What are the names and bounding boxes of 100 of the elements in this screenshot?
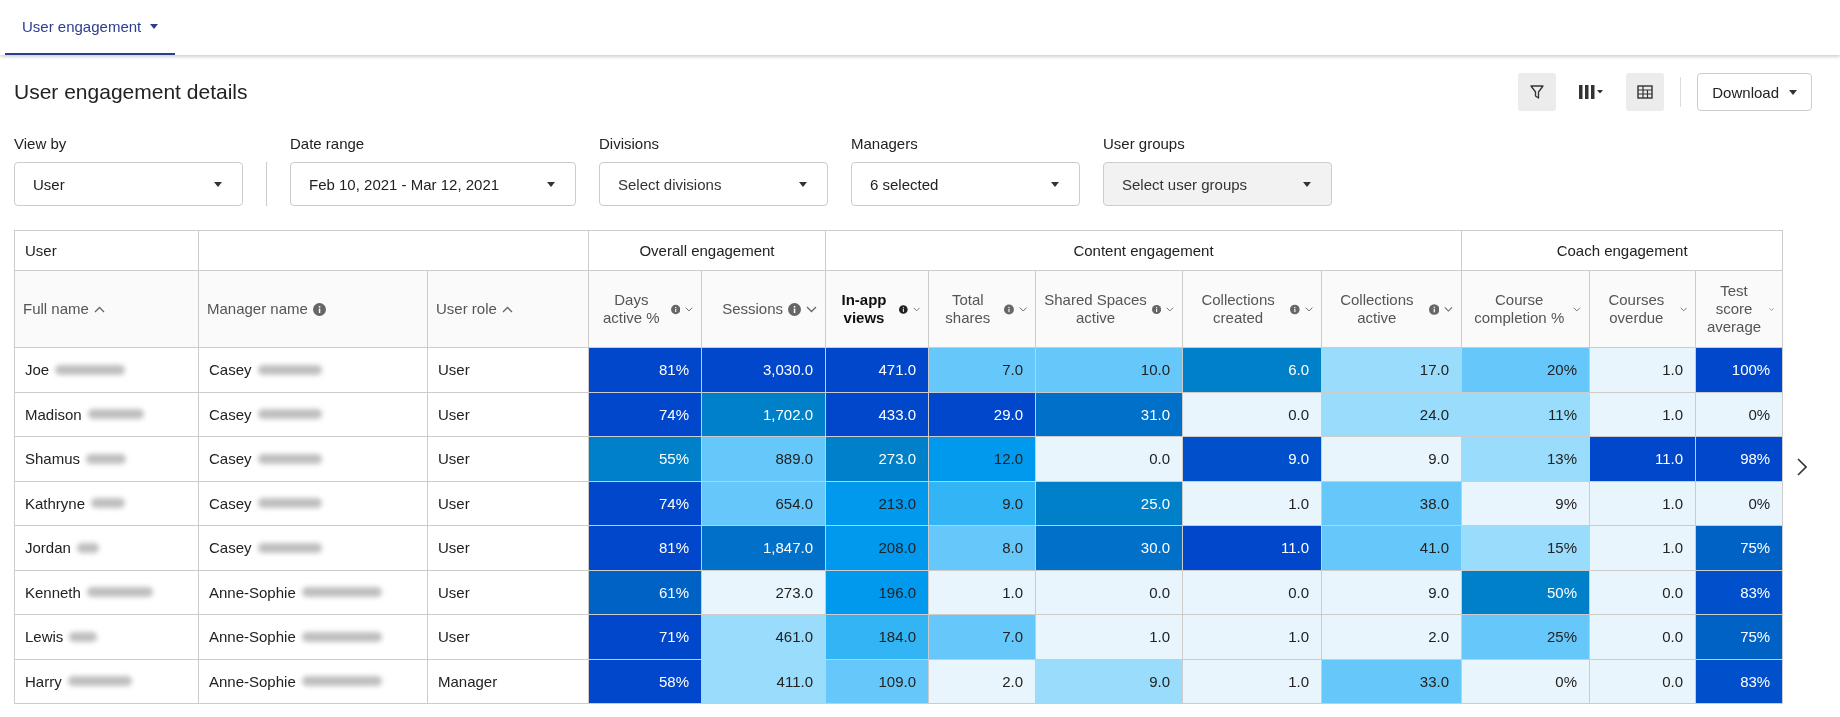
chevron-down-icon[interactable]: [806, 305, 817, 313]
caret-icon: [150, 24, 159, 29]
column-header[interactable]: Sessions: [722, 300, 783, 318]
page-title: User engagement details: [14, 80, 248, 104]
caret-icon: [1051, 181, 1059, 187]
column-header[interactable]: Manager name: [207, 300, 308, 318]
heatmap-cell: 74%: [588, 481, 702, 526]
column-group-header: Overall engagement: [639, 242, 775, 259]
heatmap-cell: 6.0: [1182, 347, 1322, 392]
table-cell: Harry: [25, 672, 62, 690]
heatmap-cell: 58%: [588, 659, 702, 704]
dropdown[interactable]: 6 selected: [851, 162, 1080, 206]
heatmap-cell: 10.0: [1035, 347, 1183, 392]
heatmap-cell: 0.0: [1182, 570, 1322, 615]
dropdown[interactable]: Feb 10, 2021 - Mar 12, 2021: [290, 162, 576, 206]
table-cell: Anne-Sophie: [209, 628, 296, 646]
heatmap-cell: 9.0: [1035, 659, 1183, 704]
column-header[interactable]: User role: [436, 300, 497, 318]
heatmap-cell: 12.0: [928, 436, 1036, 481]
chevron-up-icon[interactable]: [501, 305, 513, 313]
dropdown[interactable]: User: [14, 162, 243, 206]
heatmap-cell: 25%: [1461, 614, 1590, 659]
heatmap-cell: 1.0: [928, 570, 1036, 615]
dropdown[interactable]: Select divisions: [599, 162, 828, 206]
heatmap-cell: 81%: [588, 347, 702, 392]
table-view-button[interactable]: [1626, 73, 1665, 111]
chevron-down-icon[interactable]: [1166, 305, 1174, 313]
heatmap-cell: 0%: [1695, 481, 1783, 526]
heatmap-cell: 0%: [1695, 392, 1783, 437]
heatmap-cell: 208.0: [825, 525, 929, 570]
heatmap-cell: 0.0: [1035, 436, 1183, 481]
heatmap-cell: 8.0: [928, 525, 1036, 570]
heatmap-cell: 411.0: [701, 659, 826, 704]
filter-label: View by: [14, 135, 68, 152]
heatmap-cell: 0.0: [1589, 659, 1696, 704]
heatmap-cell: 7.0: [928, 347, 1036, 392]
heatmap-cell: 31.0: [1035, 392, 1183, 437]
chevron-down-icon[interactable]: [912, 305, 920, 313]
heatmap-cell: 20%: [1461, 347, 1590, 392]
table-cell: Casey: [209, 450, 252, 468]
heatmap-cell: 98%: [1695, 436, 1783, 481]
heatmap-cell: 17.0: [1321, 347, 1462, 392]
heatmap-cell: 461.0: [701, 614, 826, 659]
caret-icon: [547, 181, 555, 187]
table-cell: Jordan: [25, 539, 71, 557]
chevron-down-icon[interactable]: [1018, 305, 1027, 313]
heatmap-cell: 0.0: [1182, 392, 1322, 437]
heatmap-cell: 1.0: [1182, 659, 1322, 704]
filter-button[interactable]: [1518, 73, 1557, 111]
heatmap-cell: 11.0: [1182, 525, 1322, 570]
heatmap-cell: 71%: [588, 614, 702, 659]
heatmap-cell: 75%: [1695, 525, 1783, 570]
filter-label: User groups: [1103, 135, 1186, 152]
table-cell: User: [438, 405, 470, 423]
heatmap-cell: 2.0: [928, 659, 1036, 704]
filter-icon: [1529, 84, 1546, 100]
heatmap-cell: 41.0: [1321, 525, 1462, 570]
column-header[interactable]: Full name: [23, 300, 89, 318]
chevron-up-icon[interactable]: [93, 305, 105, 313]
heatmap-cell: 30.0: [1035, 525, 1183, 570]
heatmap-cell: 889.0: [701, 436, 826, 481]
chevron-down-icon[interactable]: [1444, 305, 1453, 313]
tab[interactable]: User engagement: [5, 0, 176, 55]
heatmap-cell: 9.0: [928, 481, 1036, 526]
table-cell: Manager: [438, 672, 498, 690]
heatmap-cell: 29.0: [928, 392, 1036, 437]
heatmap-cell: 100%: [1695, 347, 1783, 392]
heatmap-cell: 1.0: [1182, 481, 1322, 526]
heatmap-cell: 15%: [1461, 525, 1590, 570]
heatmap-cell: 1.0: [1589, 392, 1696, 437]
heatmap-cell: 273.0: [825, 436, 929, 481]
chevron-down-icon[interactable]: [1679, 305, 1687, 313]
heatmap-cell: 9%: [1461, 481, 1590, 526]
heatmap-cell: 11.0: [1589, 436, 1696, 481]
heatmap-cell: 13%: [1461, 436, 1590, 481]
heatmap-cell: 1,702.0: [701, 392, 826, 437]
heatmap-cell: 74%: [588, 392, 702, 437]
table-cell: User: [438, 539, 470, 557]
heatmap-cell: 0.0: [1035, 570, 1183, 615]
table-cell: Casey: [209, 405, 252, 423]
download-button[interactable]: Download: [1697, 73, 1812, 111]
heatmap-cell: 654.0: [701, 481, 826, 526]
heatmap-cell: 3,030.0: [701, 347, 826, 392]
heatmap-cell: 433.0: [825, 392, 929, 437]
table-cell: Casey: [209, 494, 252, 512]
heatmap-cell: 2.0: [1321, 614, 1462, 659]
heatmap-cell: 1.0: [1589, 525, 1696, 570]
heatmap-cell: 61%: [588, 570, 702, 615]
heatmap-cell: 33.0: [1321, 659, 1462, 704]
table-cell: User: [438, 450, 470, 468]
heatmap-cell: 1,847.0: [701, 525, 826, 570]
caret-icon: [799, 181, 807, 187]
caret-icon: [214, 181, 222, 187]
table-cell: User: [438, 583, 470, 601]
heatmap-cell: 0.0: [1589, 614, 1696, 659]
chevron-down-icon[interactable]: [1304, 305, 1313, 313]
chevron-down-icon[interactable]: [685, 305, 693, 313]
column-group-header: Content engagement: [1073, 242, 1214, 259]
table-cell: Joe: [25, 361, 50, 379]
chevron-down-icon[interactable]: [1573, 305, 1581, 313]
